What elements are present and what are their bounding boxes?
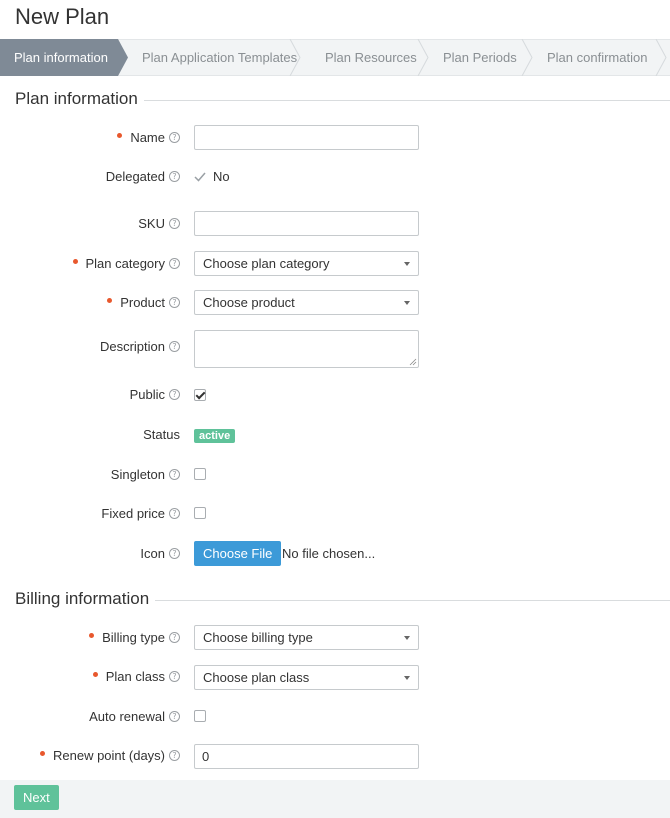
plan-class-selected: Choose plan class [203, 670, 310, 685]
caret-down-icon [404, 262, 410, 266]
help-icon[interactable]: ? [169, 508, 180, 520]
plan-category-select[interactable]: Choose plan category [194, 251, 419, 276]
public-label: Public? [130, 387, 180, 402]
required-marker [89, 633, 95, 639]
section-title-billing-information: Billing information [15, 589, 156, 609]
required-marker [117, 133, 123, 139]
page-title: New Plan [15, 4, 110, 29]
description-label: Description? [100, 339, 180, 354]
name-label: Name? [117, 130, 180, 145]
singleton-label: Singleton? [111, 467, 180, 482]
required-marker [107, 298, 113, 304]
help-icon[interactable]: ? [169, 132, 180, 144]
required-marker [92, 672, 98, 678]
step-plan-periods[interactable]: Plan Periods [443, 40, 517, 75]
product-select[interactable]: Choose product [194, 290, 419, 315]
footer-bar [0, 780, 670, 818]
billing-type-selected: Choose billing type [203, 630, 313, 645]
file-status-text: No file chosen... [282, 546, 376, 561]
plan-class-label: Plan class? [92, 669, 180, 684]
caret-down-icon [404, 676, 410, 680]
plan-class-select[interactable]: Choose plan class [194, 665, 419, 690]
step-plan-information[interactable]: Plan information [14, 40, 108, 75]
wizard-steps: Plan information Plan Application Templa… [0, 39, 670, 76]
required-marker [72, 259, 78, 265]
help-icon[interactable]: ? [169, 632, 180, 644]
section-title-plan-information: Plan information [15, 89, 144, 109]
caret-down-icon [404, 636, 410, 640]
fixed-price-label: Fixed price? [101, 506, 180, 521]
help-icon[interactable]: ? [169, 389, 180, 401]
delegated-value: No [213, 169, 230, 184]
help-icon[interactable]: ? [169, 671, 180, 683]
sku-input[interactable] [194, 211, 419, 236]
help-icon[interactable]: ? [169, 711, 180, 723]
step-plan-confirmation[interactable]: Plan confirmation [547, 40, 647, 75]
name-input[interactable] [194, 125, 419, 150]
help-icon[interactable]: ? [169, 171, 180, 183]
help-icon[interactable]: ? [169, 297, 180, 309]
sku-label: SKU? [138, 216, 180, 231]
plan-category-selected: Choose plan category [203, 256, 330, 271]
help-icon[interactable]: ? [169, 548, 180, 560]
public-checkbox[interactable] [194, 389, 206, 401]
check-icon [194, 172, 206, 182]
choose-file-button[interactable]: Choose File [194, 541, 282, 566]
help-icon[interactable]: ? [169, 218, 180, 230]
description-textarea[interactable] [194, 330, 419, 368]
next-button[interactable]: Next [14, 785, 59, 810]
auto-renewal-checkbox[interactable] [194, 710, 206, 722]
plan-category-label: Plan category? [72, 256, 180, 271]
billing-type-label: Billing type? [89, 630, 180, 645]
delegated-label: Delegated? [106, 169, 180, 184]
icon-label: Icon? [140, 546, 180, 561]
status-label: Status [143, 427, 180, 442]
renew-point-label: Renew point (days)? [40, 748, 180, 763]
help-icon[interactable]: ? [169, 750, 180, 762]
product-selected: Choose product [203, 295, 295, 310]
help-icon[interactable]: ? [169, 469, 180, 481]
help-icon[interactable]: ? [169, 341, 180, 353]
step-plan-application-templates[interactable]: Plan Application Templates [142, 40, 297, 75]
required-marker [40, 751, 45, 757]
status-badge: active [194, 429, 236, 443]
auto-renewal-label: Auto renewal? [89, 709, 180, 724]
fixed-price-checkbox[interactable] [194, 507, 206, 519]
resize-grip-icon[interactable] [409, 358, 417, 366]
caret-down-icon [404, 301, 410, 305]
singleton-checkbox[interactable] [194, 468, 206, 480]
help-icon[interactable]: ? [169, 258, 180, 270]
billing-type-select[interactable]: Choose billing type [194, 625, 419, 650]
renew-point-input[interactable] [194, 744, 419, 769]
product-label: Product? [107, 295, 180, 310]
step-plan-resources[interactable]: Plan Resources [325, 40, 417, 75]
